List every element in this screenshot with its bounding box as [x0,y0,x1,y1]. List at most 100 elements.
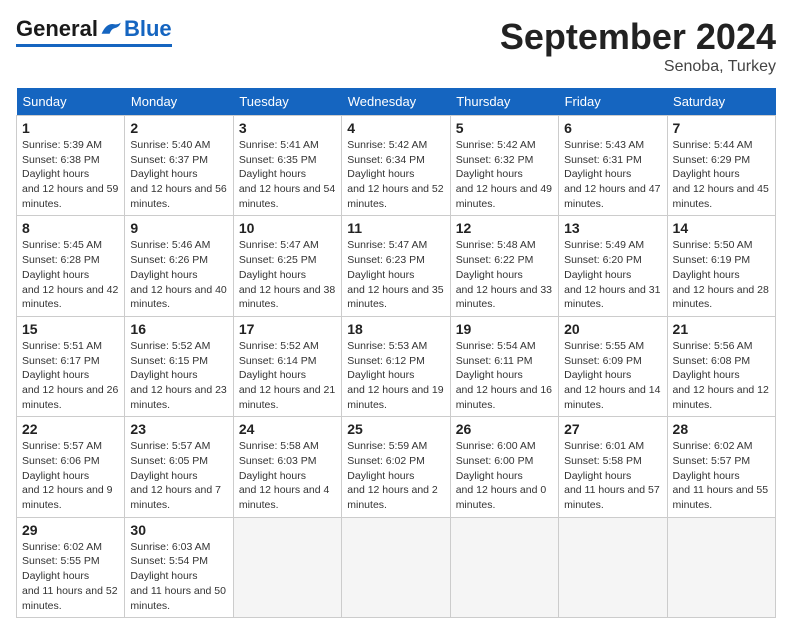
calendar-cell [342,517,450,617]
header-thursday: Thursday [450,88,558,116]
calendar-cell: 25Sunrise: 5:59 AMSunset: 6:02 PMDayligh… [342,417,450,517]
calendar-cell: 24 Sunrise: 5:58 AMSunset: 6:03 PMDayligh… [233,417,341,517]
day-number: 23 [130,421,227,437]
day-number: 4 [347,120,444,136]
day-number: 29 [22,522,119,538]
day-number: 19 [456,321,553,337]
day-info: Sunrise: 5:41 AMSunset: 6:35 PMDaylight … [239,138,336,211]
day-number: 16 [130,321,227,337]
page-header: General Blue September 2024 Senoba, Turk… [16,16,776,76]
day-number: 14 [673,220,770,236]
calendar-cell: 28Sunrise: 6:02 AMSunset: 5:57 PMDayligh… [667,417,775,517]
calendar-cell [559,517,667,617]
calendar-cell: 29 Sunrise: 6:02 AMSunset: 5:55 PMDayligh… [17,517,125,617]
day-info: Sunrise: 5:39 AMSunset: 6:38 PMDaylight … [22,138,119,211]
header-saturday: Saturday [667,88,775,116]
header-sunday: Sunday [17,88,125,116]
calendar-row: 29 Sunrise: 6:02 AMSunset: 5:55 PMDayligh… [17,517,776,617]
day-number: 10 [239,220,336,236]
day-number: 27 [564,421,661,437]
calendar-cell: 27 Sunrise: 6:01 AMSunset: 5:58 PMDayligh… [559,417,667,517]
day-info: Sunrise: 5:42 AMSunset: 6:34 PMDaylight … [347,138,444,211]
day-number: 5 [456,120,553,136]
calendar-cell: 16Sunrise: 5:52 AMSunset: 6:15 PMDayligh… [125,316,233,416]
logo-general: General [16,16,98,42]
location: Senoba, Turkey [500,58,776,76]
calendar-cell: 23 Sunrise: 5:57 AMSunset: 6:05 PMDayligh… [125,417,233,517]
day-number: 21 [673,321,770,337]
calendar-row: 8 Sunrise: 5:45 AMSunset: 6:28 PMDaylight… [17,216,776,316]
day-number: 12 [456,220,553,236]
day-number: 1 [22,120,119,136]
calendar-cell: 10 Sunrise: 5:47 AMSunset: 6:25 PMDayligh… [233,216,341,316]
day-info: Sunrise: 5:54 AMSunset: 6:11 PMDaylight … [456,339,553,412]
day-info: Sunrise: 5:57 AMSunset: 6:05 PMDaylight … [130,439,227,512]
calendar-row: 15 Sunrise: 5:51 AMSunset: 6:17 PMDayligh… [17,316,776,416]
calendar-cell: 22Sunrise: 5:57 AMSunset: 6:06 PMDayligh… [17,417,125,517]
logo-blue: Blue [124,16,172,42]
header-wednesday: Wednesday [342,88,450,116]
calendar-cell: 17 Sunrise: 5:52 AMSunset: 6:14 PMDayligh… [233,316,341,416]
calendar-cell: 19 Sunrise: 5:54 AMSunset: 6:11 PMDayligh… [450,316,558,416]
day-number: 9 [130,220,227,236]
day-info: Sunrise: 5:45 AMSunset: 6:28 PMDaylight … [22,238,119,311]
day-number: 26 [456,421,553,437]
calendar-cell: 21 Sunrise: 5:56 AMSunset: 6:08 PMDayligh… [667,316,775,416]
calendar-cell: 14 Sunrise: 5:50 AMSunset: 6:19 PMDayligh… [667,216,775,316]
day-number: 17 [239,321,336,337]
day-info: Sunrise: 6:02 AMSunset: 5:57 PMDaylight … [673,439,770,512]
day-info: Sunrise: 5:52 AMSunset: 6:14 PMDaylight … [239,339,336,412]
day-info: Sunrise: 5:49 AMSunset: 6:20 PMDaylight … [564,238,661,311]
calendar-cell: 5Sunrise: 5:42 AMSunset: 6:32 PMDaylight… [450,116,558,216]
weekday-header-row: Sunday Monday Tuesday Wednesday Thursday… [17,88,776,116]
calendar-cell: 26Sunrise: 6:00 AMSunset: 6:00 PMDayligh… [450,417,558,517]
day-info: Sunrise: 5:56 AMSunset: 6:08 PMDaylight … [673,339,770,412]
calendar-cell: 6Sunrise: 5:43 AMSunset: 6:31 PMDaylight… [559,116,667,216]
day-info: Sunrise: 6:01 AMSunset: 5:58 PMDaylight … [564,439,661,512]
day-info: Sunrise: 5:47 AMSunset: 6:25 PMDaylight … [239,238,336,311]
day-info: Sunrise: 5:57 AMSunset: 6:06 PMDaylight … [22,439,119,512]
day-info: Sunrise: 5:51 AMSunset: 6:17 PMDaylight … [22,339,119,412]
calendar-cell: 9Sunrise: 5:46 AMSunset: 6:26 PMDaylight… [125,216,233,316]
day-info: Sunrise: 5:44 AMSunset: 6:29 PMDaylight … [673,138,770,211]
calendar-cell: 15 Sunrise: 5:51 AMSunset: 6:17 PMDayligh… [17,316,125,416]
calendar-cell [233,517,341,617]
header-friday: Friday [559,88,667,116]
logo-bird-icon [100,19,124,39]
calendar-cell: 8 Sunrise: 5:45 AMSunset: 6:28 PMDaylight… [17,216,125,316]
day-number: 15 [22,321,119,337]
logo: General Blue [16,16,172,47]
day-number: 25 [347,421,444,437]
header-monday: Monday [125,88,233,116]
day-number: 11 [347,220,444,236]
day-number: 7 [673,120,770,136]
calendar-table: Sunday Monday Tuesday Wednesday Thursday… [16,88,776,618]
day-info: Sunrise: 5:40 AMSunset: 6:37 PMDaylight … [130,138,227,211]
calendar-cell [450,517,558,617]
calendar-cell: 13 Sunrise: 5:49 AMSunset: 6:20 PMDayligh… [559,216,667,316]
calendar-cell: 18Sunrise: 5:53 AMSunset: 6:12 PMDayligh… [342,316,450,416]
day-number: 20 [564,321,661,337]
day-number: 2 [130,120,227,136]
calendar-cell: 11Sunrise: 5:47 AMSunset: 6:23 PMDayligh… [342,216,450,316]
header-tuesday: Tuesday [233,88,341,116]
day-info: Sunrise: 5:55 AMSunset: 6:09 PMDaylight … [564,339,661,412]
day-number: 24 [239,421,336,437]
calendar-cell: 20 Sunrise: 5:55 AMSunset: 6:09 PMDayligh… [559,316,667,416]
day-info: Sunrise: 6:02 AMSunset: 5:55 PMDaylight … [22,540,119,613]
day-number: 18 [347,321,444,337]
calendar-cell: 12Sunrise: 5:48 AMSunset: 6:22 PMDayligh… [450,216,558,316]
calendar-cell: 1 Sunrise: 5:39 AMSunset: 6:38 PMDaylight… [17,116,125,216]
month-title: September 2024 [500,16,776,58]
day-info: Sunrise: 5:50 AMSunset: 6:19 PMDaylight … [673,238,770,311]
day-info: Sunrise: 5:58 AMSunset: 6:03 PMDaylight … [239,439,336,512]
calendar-row: 1 Sunrise: 5:39 AMSunset: 6:38 PMDaylight… [17,116,776,216]
day-number: 8 [22,220,119,236]
calendar-cell: 2 Sunrise: 5:40 AMSunset: 6:37 PMDaylight… [125,116,233,216]
calendar-cell: 3Sunrise: 5:41 AMSunset: 6:35 PMDaylight… [233,116,341,216]
day-number: 30 [130,522,227,538]
title-block: September 2024 Senoba, Turkey [500,16,776,76]
calendar-row: 22Sunrise: 5:57 AMSunset: 6:06 PMDayligh… [17,417,776,517]
calendar-cell: 4 Sunrise: 5:42 AMSunset: 6:34 PMDaylight… [342,116,450,216]
day-number: 13 [564,220,661,236]
